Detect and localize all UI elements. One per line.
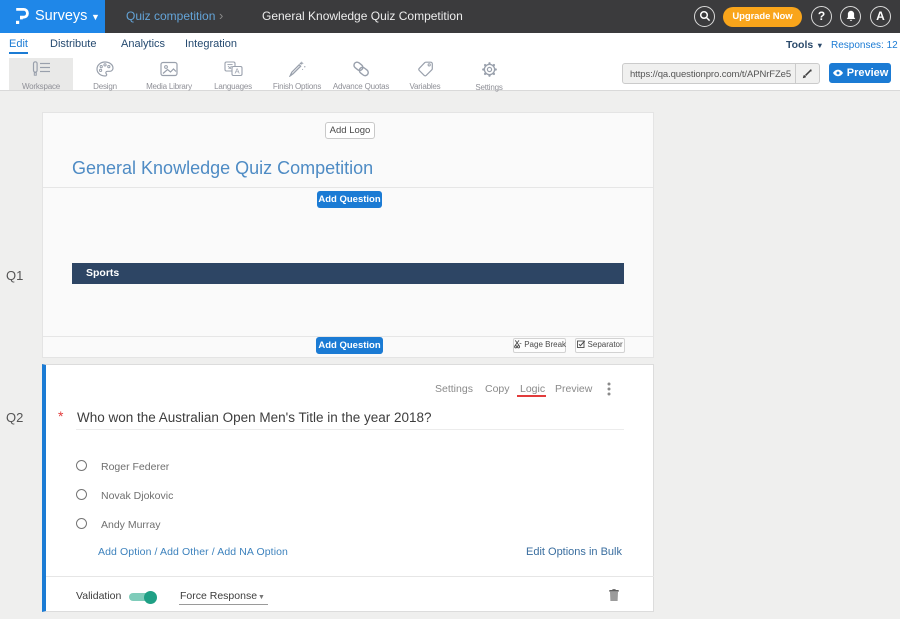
svg-text:A: A	[234, 67, 239, 76]
